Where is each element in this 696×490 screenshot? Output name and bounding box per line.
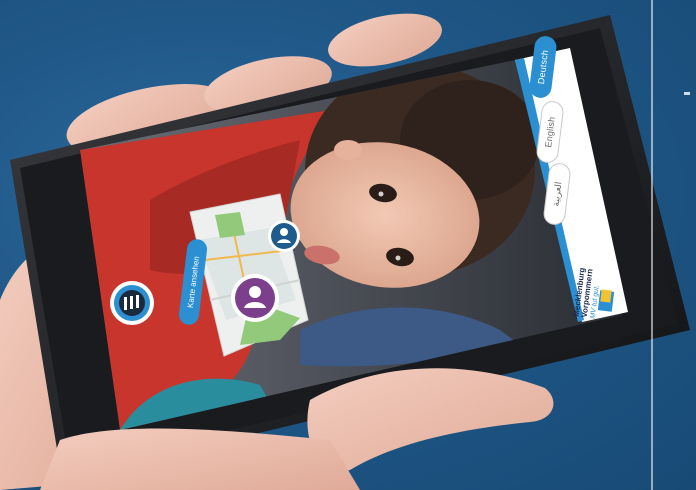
- user-marker-icon[interactable]: [268, 220, 300, 252]
- background-mark: [684, 92, 690, 95]
- menu-icon[interactable]: [110, 281, 154, 325]
- background-divider: [651, 0, 653, 490]
- person-marker-icon[interactable]: [231, 274, 279, 322]
